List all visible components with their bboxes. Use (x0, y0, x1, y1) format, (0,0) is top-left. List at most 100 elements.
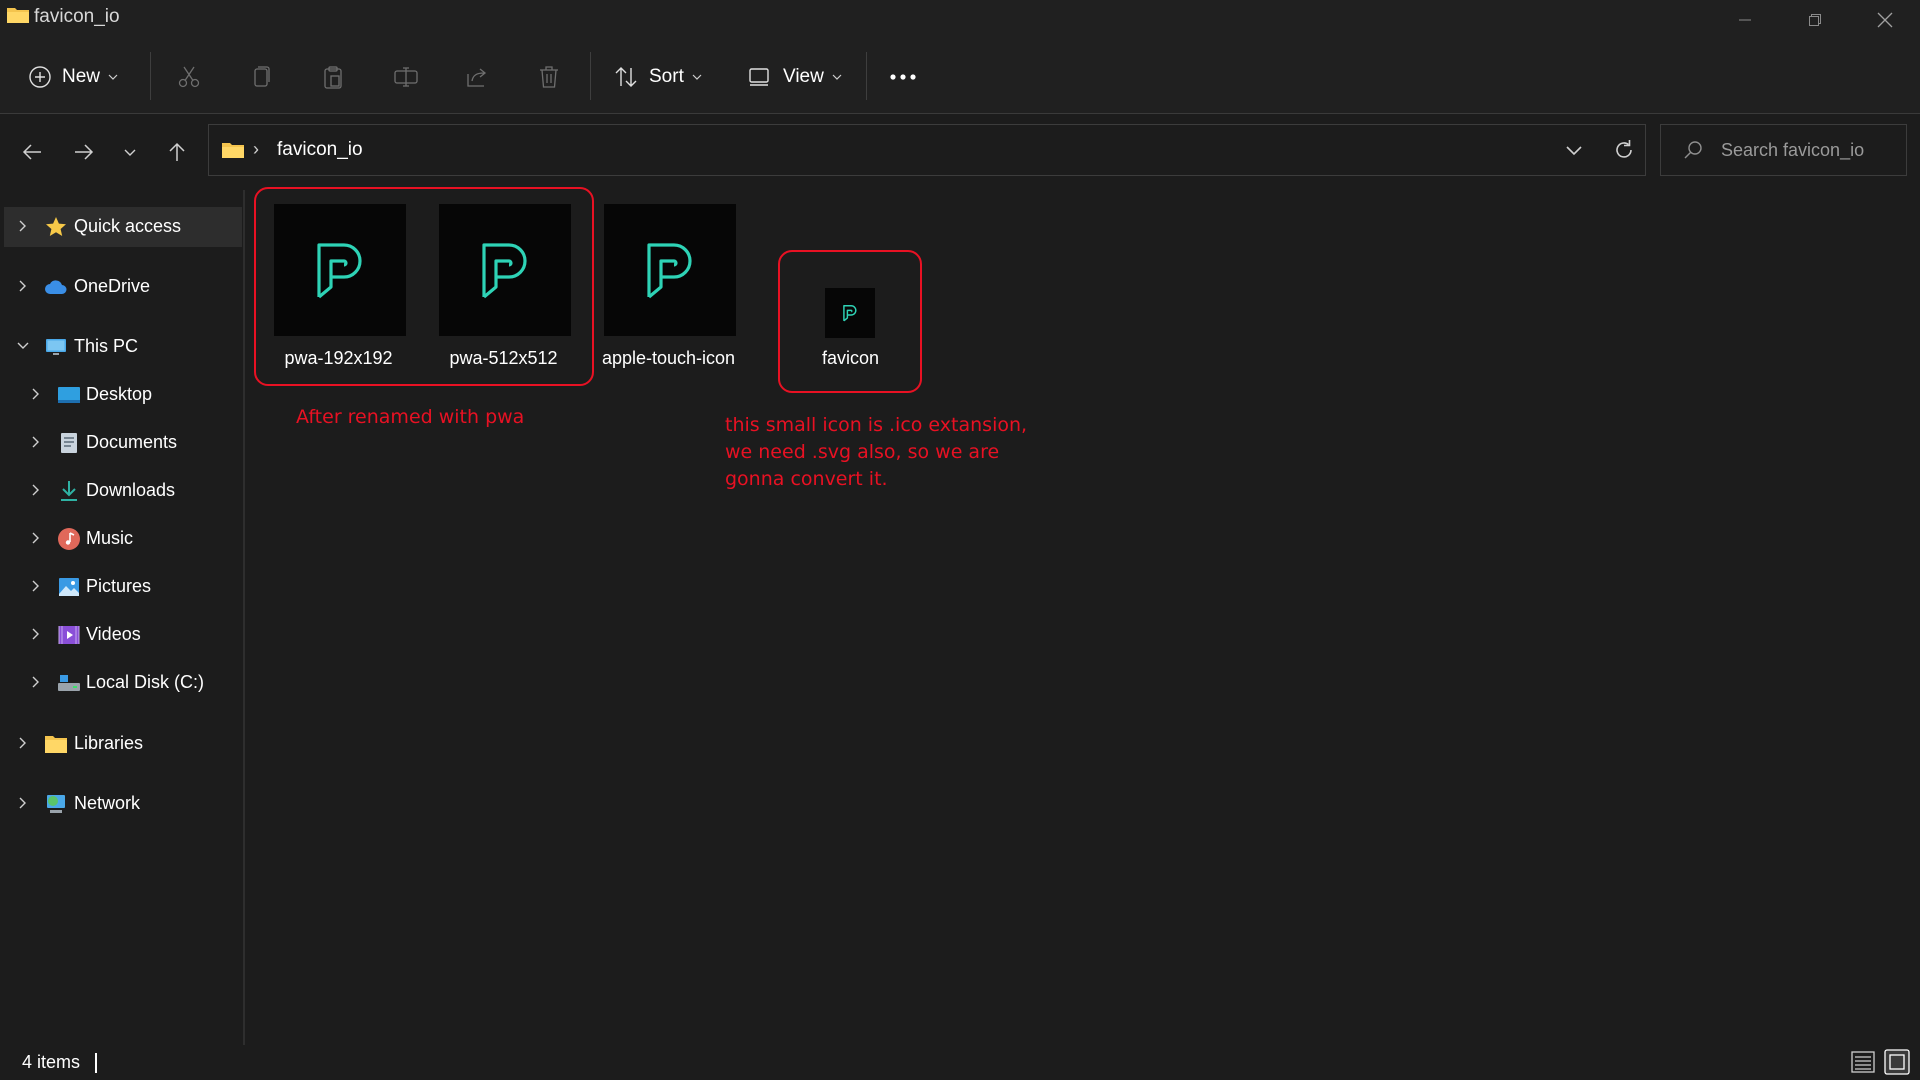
file-name: pwa-192x192 (284, 348, 393, 368)
paste-button[interactable] (320, 40, 346, 113)
view-label: View (783, 65, 824, 87)
title-bar: favicon_io (0, 0, 1920, 40)
chevron-right-icon (32, 388, 39, 400)
sidebar-item-network[interactable]: Network (4, 784, 242, 824)
search-box[interactable]: Search favicon_io (1660, 124, 1907, 176)
status-bar: 4 items (0, 1045, 1920, 1080)
copy-icon (254, 65, 270, 87)
sidebar-item-label: Quick access (74, 216, 182, 236)
computer-icon (46, 339, 66, 355)
search-placeholder: Search favicon_io (1721, 140, 1865, 160)
chevron-right-icon (32, 676, 39, 688)
toolbar-divider (590, 52, 591, 100)
download-icon (61, 481, 77, 501)
sidebar-item-music[interactable]: Music (4, 519, 242, 559)
sidebar-item-label: Documents (86, 432, 178, 452)
library-folder-icon (45, 736, 67, 753)
network-icon (47, 795, 65, 813)
file-item[interactable]: pwa-512x512 (421, 204, 586, 374)
arrow-right-icon (75, 144, 94, 160)
sort-label: Sort (649, 65, 684, 87)
sidebar-item-label: Videos (86, 624, 141, 644)
sidebar-item-videos[interactable]: Videos (4, 615, 242, 655)
restore-icon (1809, 14, 1821, 26)
sort-button[interactable]: Sort (613, 40, 702, 113)
minimize-button[interactable] (1710, 0, 1780, 40)
sidebar-item-label: Local Disk (C:) (86, 672, 205, 692)
breadcrumb-current[interactable]: favicon_io (277, 139, 363, 161)
chevron-right-icon (32, 532, 39, 544)
refresh-button[interactable] (1611, 137, 1637, 168)
details-view-icon (1851, 1051, 1875, 1073)
file-thumbnail (274, 204, 406, 336)
minimize-icon (1739, 19, 1751, 21)
folder-icon (7, 8, 29, 23)
close-icon (1877, 12, 1893, 28)
copy-button[interactable] (248, 40, 274, 113)
folder-icon (222, 143, 244, 158)
trash-icon (540, 65, 558, 88)
sidebar-item-pictures[interactable]: Pictures (4, 567, 242, 607)
share-button[interactable] (464, 40, 490, 113)
music-icon (58, 528, 80, 550)
cut-button[interactable] (176, 40, 202, 113)
delete-button[interactable] (536, 40, 562, 113)
sidebar-item-label: Pictures (86, 576, 152, 596)
star-icon (46, 217, 66, 236)
chevron-right-icon (32, 484, 39, 496)
clipboard-icon (324, 65, 342, 89)
annotation-note-ico-line1: this small icon is .ico extansion, (725, 414, 1028, 436)
close-button[interactable] (1850, 0, 1920, 40)
sidebar-item-desktop[interactable]: Desktop (4, 375, 242, 415)
view-button[interactable]: View (747, 40, 842, 113)
large-icons-view-button[interactable] (1884, 1049, 1910, 1080)
restore-button[interactable] (1780, 0, 1850, 40)
desktop-icon (58, 387, 80, 403)
file-item[interactable]: favicon (768, 204, 933, 374)
view-icon (749, 67, 769, 86)
toolbar-divider (866, 52, 867, 100)
new-button[interactable]: New (28, 40, 118, 113)
sidebar-item-quick-access[interactable]: Quick access (4, 207, 242, 247)
p-logo-icon (843, 305, 857, 322)
file-item[interactable]: apple-touch-icon (586, 204, 751, 374)
file-thumbnail (604, 204, 736, 336)
chevron-down-icon (832, 74, 842, 80)
more-options-button[interactable] (888, 40, 918, 113)
chevron-right-icon (19, 737, 26, 749)
file-thumbnail (825, 288, 875, 338)
address-history-button[interactable] (1561, 137, 1587, 168)
file-name: favicon (821, 348, 880, 368)
sidebar-item-documents[interactable]: Documents (4, 423, 242, 463)
forward-button[interactable] (64, 132, 104, 172)
p-logo-icon (482, 243, 527, 299)
new-label: New (62, 65, 101, 87)
up-button[interactable] (157, 132, 197, 172)
picture-icon (59, 578, 79, 596)
back-button[interactable] (12, 132, 52, 172)
address-bar[interactable]: › favicon_io (208, 124, 1646, 176)
toolbar-divider (150, 52, 151, 100)
arrow-up-icon (169, 142, 185, 161)
breadcrumb-separator: › (253, 139, 259, 159)
sidebar-item-downloads[interactable]: Downloads (4, 471, 242, 511)
chevron-right-icon (32, 436, 39, 448)
recent-locations-button[interactable] (110, 132, 150, 172)
chevron-down-icon (1566, 146, 1582, 156)
rename-button[interactable] (392, 40, 420, 113)
sidebar-item-libraries[interactable]: Libraries (4, 724, 242, 764)
sidebar-item-label: Downloads (86, 480, 176, 500)
sidebar-item-local-disk[interactable]: Local Disk (C:) (4, 663, 242, 703)
details-view-button[interactable] (1850, 1049, 1876, 1080)
window-title: favicon_io (34, 6, 120, 27)
sidebar-item-label: Music (86, 528, 134, 548)
chevron-down-icon (124, 149, 136, 156)
sort-icon (615, 66, 637, 87)
sidebar-item-label: Desktop (86, 384, 153, 404)
sidebar-item-label: This PC (74, 336, 139, 356)
file-item[interactable]: pwa-192x192 (256, 204, 421, 374)
sidebar-item-label: Network (74, 793, 141, 813)
sidebar-item-onedrive[interactable]: OneDrive (4, 267, 242, 307)
chevron-right-icon (19, 797, 26, 809)
sidebar-item-this-pc[interactable]: This PC (4, 327, 242, 367)
